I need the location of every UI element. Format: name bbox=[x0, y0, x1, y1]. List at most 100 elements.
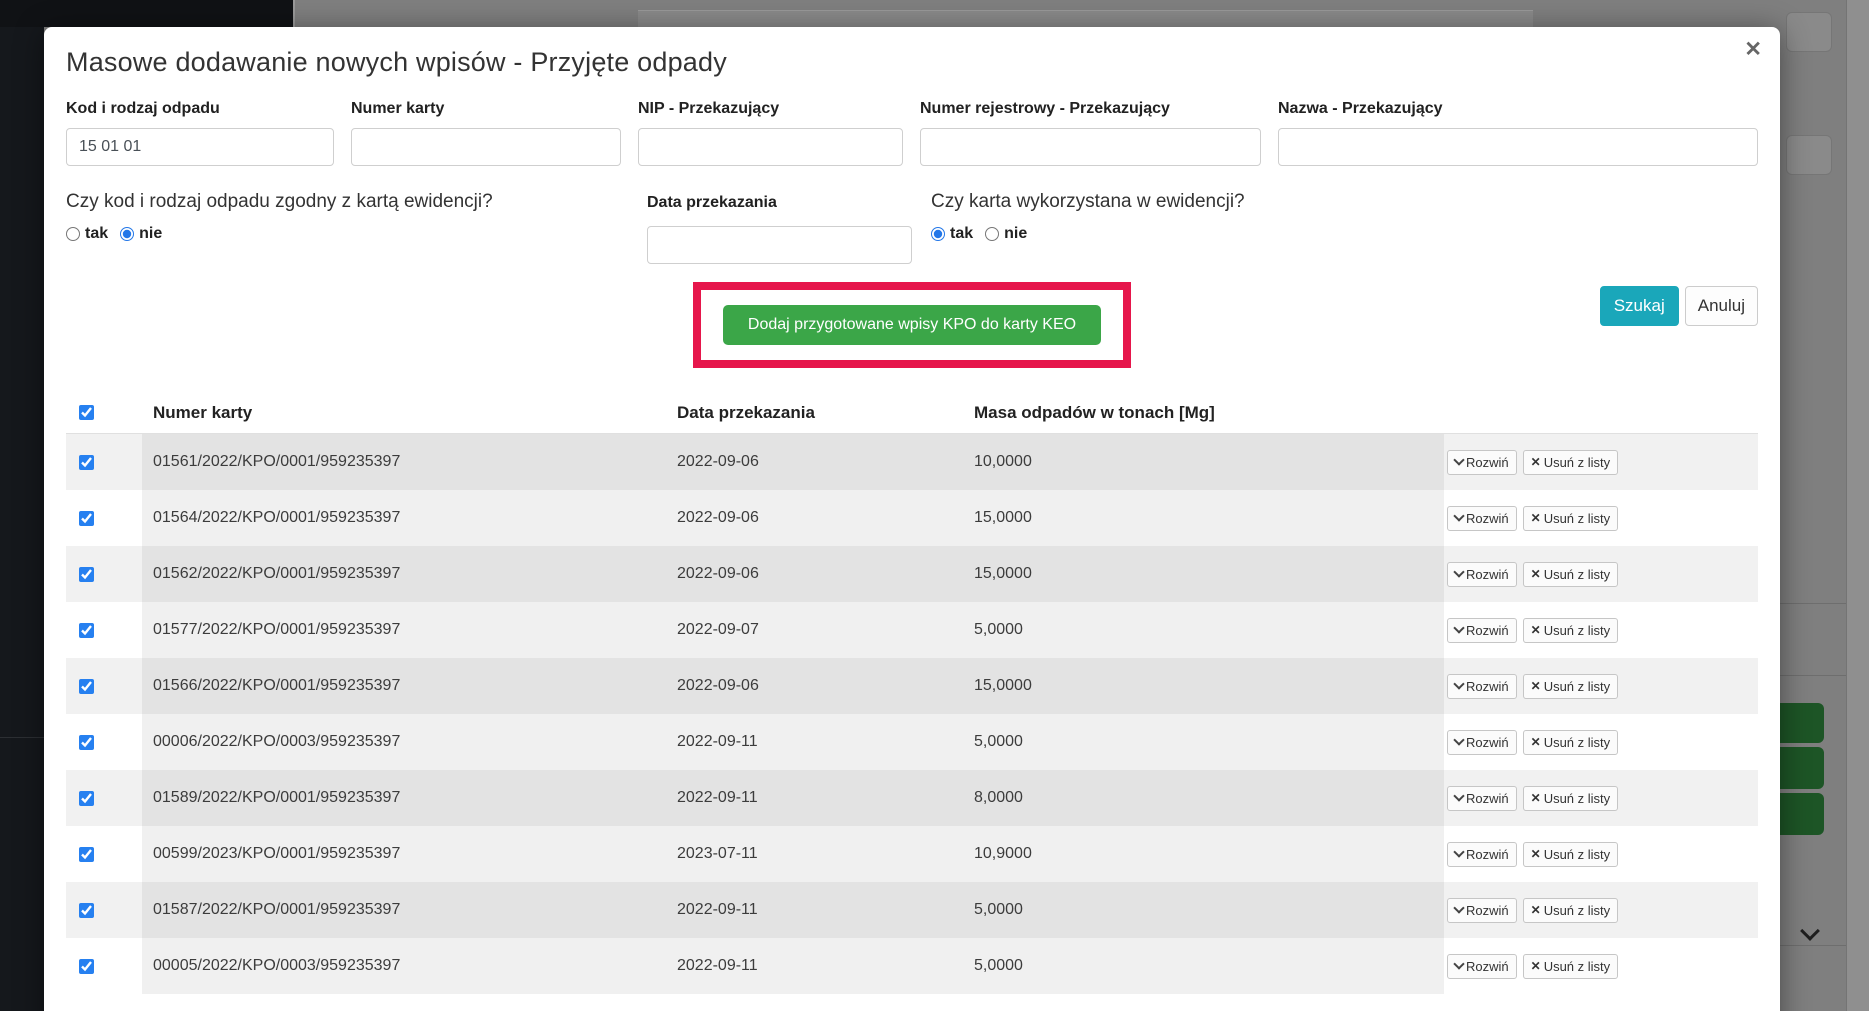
szukaj-button[interactable]: Szukaj bbox=[1600, 286, 1679, 326]
radio-q0-nie-input[interactable] bbox=[120, 227, 134, 241]
usun-z-listy-button[interactable]: ✕ Usuń z listy bbox=[1523, 450, 1619, 475]
data-przekazania-field: Data przekazania bbox=[647, 190, 912, 264]
cell-data-przekazania: 2022-09-06 bbox=[666, 546, 962, 602]
chevron-down-icon bbox=[1453, 958, 1464, 969]
radio-q0-nie[interactable]: nie bbox=[120, 225, 162, 243]
table-row: 01562/2022/KPO/0001/959235397 2022-09-06… bbox=[66, 546, 1758, 602]
usun-z-listy-button[interactable]: ✕ Usuń z listy bbox=[1523, 506, 1619, 531]
cell-data-przekazania: 2022-09-11 bbox=[666, 714, 962, 770]
background-scrollbar bbox=[1846, 0, 1869, 1011]
rozwin-button[interactable]: Rozwiń bbox=[1447, 730, 1517, 755]
x-icon: ✕ bbox=[1531, 904, 1541, 916]
background-divider bbox=[1780, 675, 1846, 676]
select-all-checkbox[interactable] bbox=[79, 405, 94, 420]
row-checkbox[interactable] bbox=[79, 455, 94, 470]
rozwin-button[interactable]: Rozwiń bbox=[1447, 618, 1517, 643]
radio-q1-nie-input[interactable] bbox=[985, 227, 999, 241]
row-checkbox[interactable] bbox=[79, 903, 94, 918]
chevron-down-icon bbox=[1453, 566, 1464, 577]
table-row: 01561/2022/KPO/0001/959235397 2022-09-06… bbox=[66, 434, 1758, 490]
cell-data-przekazania: 2022-09-06 bbox=[666, 490, 962, 546]
radio-q1-nie[interactable]: nie bbox=[985, 225, 1027, 243]
close-button[interactable]: ✕ bbox=[1740, 35, 1766, 64]
background-button bbox=[1786, 12, 1832, 52]
rozwin-button[interactable]: Rozwiń bbox=[1447, 954, 1517, 979]
x-icon: ✕ bbox=[1531, 736, 1541, 748]
usun-z-listy-button[interactable]: ✕ Usuń z listy bbox=[1523, 618, 1619, 643]
usun-z-listy-button[interactable]: ✕ Usuń z listy bbox=[1523, 954, 1619, 979]
row-checkbox[interactable] bbox=[79, 567, 94, 582]
cell-data-przekazania: 2023-07-11 bbox=[666, 826, 962, 882]
table-row: 01577/2022/KPO/0001/959235397 2022-09-07… bbox=[66, 602, 1758, 658]
x-icon: ✕ bbox=[1531, 848, 1541, 860]
background-panel bbox=[638, 10, 1533, 27]
rozwin-button[interactable]: Rozwiń bbox=[1447, 450, 1517, 475]
cell-masa: 10,9000 bbox=[962, 826, 1444, 882]
background-chevron-down-icon bbox=[1802, 922, 1818, 938]
usun-z-listy-button[interactable]: ✕ Usuń z listy bbox=[1523, 562, 1619, 587]
row-checkbox[interactable] bbox=[79, 791, 94, 806]
radio-q0-tak[interactable]: tak bbox=[66, 225, 108, 243]
filter-row: Kod i rodzaj odpadu Numer karty NIP - Pr… bbox=[66, 100, 1758, 166]
rozwin-button[interactable]: Rozwiń bbox=[1447, 786, 1517, 811]
kod-rodzaj-label: Kod i rodzaj odpadu bbox=[66, 100, 334, 118]
data-przekazania-input[interactable] bbox=[647, 226, 912, 264]
rozwin-button[interactable]: Rozwiń bbox=[1447, 674, 1517, 699]
anuluj-button[interactable]: Anuluj bbox=[1685, 286, 1758, 326]
nazwa-przekazujacy-input[interactable] bbox=[1278, 128, 1758, 166]
cell-masa: 10,0000 bbox=[962, 434, 1444, 490]
cell-numer-karty: 01587/2022/KPO/0001/959235397 bbox=[142, 882, 666, 938]
table-header-row: Numer karty Data przekazania Masa odpadó… bbox=[66, 392, 1758, 434]
add-kpo-entries-button[interactable]: Dodaj przygotowane wpisy KPO do karty KE… bbox=[723, 305, 1101, 345]
kod-rodzaj-input[interactable] bbox=[66, 128, 334, 166]
usun-z-listy-button[interactable]: ✕ Usuń z listy bbox=[1523, 842, 1619, 867]
chevron-down-icon bbox=[1453, 902, 1464, 913]
cell-numer-karty: 00006/2022/KPO/0003/959235397 bbox=[142, 714, 666, 770]
table-row: 01564/2022/KPO/0001/959235397 2022-09-06… bbox=[66, 490, 1758, 546]
numer-rejestrowy-input[interactable] bbox=[920, 128, 1261, 166]
cell-numer-karty: 00005/2022/KPO/0003/959235397 bbox=[142, 938, 666, 994]
nip-przekazujacy-input[interactable] bbox=[638, 128, 903, 166]
screen: ✕ Masowe dodawanie nowych wpisów - Przyj… bbox=[0, 0, 1869, 1011]
chevron-down-icon bbox=[1453, 510, 1464, 521]
cell-data-przekazania: 2022-09-11 bbox=[666, 882, 962, 938]
cell-data-przekazania: 2022-09-06 bbox=[666, 434, 962, 490]
row-checkbox[interactable] bbox=[79, 847, 94, 862]
x-icon: ✕ bbox=[1531, 792, 1541, 804]
row-checkbox[interactable] bbox=[79, 511, 94, 526]
usun-z-listy-button[interactable]: ✕ Usuń z listy bbox=[1523, 898, 1619, 923]
row-checkbox[interactable] bbox=[79, 959, 94, 974]
data-przekazania-label: Data przekazania bbox=[647, 194, 912, 212]
rozwin-button[interactable]: Rozwiń bbox=[1447, 562, 1517, 587]
radio-q1-tak[interactable]: tak bbox=[931, 225, 973, 243]
rozwin-button[interactable]: Rozwiń bbox=[1447, 842, 1517, 867]
question-row: Czy kod i rodzaj odpadu zgodny z kartą e… bbox=[66, 190, 1758, 264]
nazwa-przekazujacy-label: Nazwa - Przekazujący bbox=[1278, 100, 1758, 118]
background-sidebar-divider bbox=[0, 737, 44, 738]
cell-numer-karty: 01566/2022/KPO/0001/959235397 bbox=[142, 658, 666, 714]
table-row: 00006/2022/KPO/0003/959235397 2022-09-11… bbox=[66, 714, 1758, 770]
numer-karty-input[interactable] bbox=[351, 128, 621, 166]
usun-z-listy-button[interactable]: ✕ Usuń z listy bbox=[1523, 786, 1619, 811]
table-body: 01561/2022/KPO/0001/959235397 2022-09-06… bbox=[66, 434, 1758, 994]
row-checkbox[interactable] bbox=[79, 679, 94, 694]
cell-masa: 15,0000 bbox=[962, 490, 1444, 546]
radio-q0-tak-input[interactable] bbox=[66, 227, 80, 241]
annotation-highlight-box: Dodaj przygotowane wpisy KPO do karty KE… bbox=[693, 282, 1131, 368]
background-topnav bbox=[0, 0, 293, 27]
row-checkbox[interactable] bbox=[79, 735, 94, 750]
chevron-down-icon bbox=[1453, 790, 1464, 801]
usun-z-listy-button[interactable]: ✕ Usuń z listy bbox=[1523, 730, 1619, 755]
row-checkbox[interactable] bbox=[79, 623, 94, 638]
cell-numer-karty: 01577/2022/KPO/0001/959235397 bbox=[142, 602, 666, 658]
bulk-add-modal: ✕ Masowe dodawanie nowych wpisów - Przyj… bbox=[44, 27, 1780, 1011]
rozwin-button[interactable]: Rozwiń bbox=[1447, 506, 1517, 531]
header-data-przekazania: Data przekazania bbox=[666, 392, 962, 433]
cell-data-przekazania: 2022-09-06 bbox=[666, 658, 962, 714]
usun-z-listy-button[interactable]: ✕ Usuń z listy bbox=[1523, 674, 1619, 699]
table-row: 01566/2022/KPO/0001/959235397 2022-09-06… bbox=[66, 658, 1758, 714]
background-divider bbox=[1780, 603, 1846, 604]
x-icon: ✕ bbox=[1531, 456, 1541, 468]
radio-q1-tak-input[interactable] bbox=[931, 227, 945, 241]
rozwin-button[interactable]: Rozwiń bbox=[1447, 898, 1517, 923]
